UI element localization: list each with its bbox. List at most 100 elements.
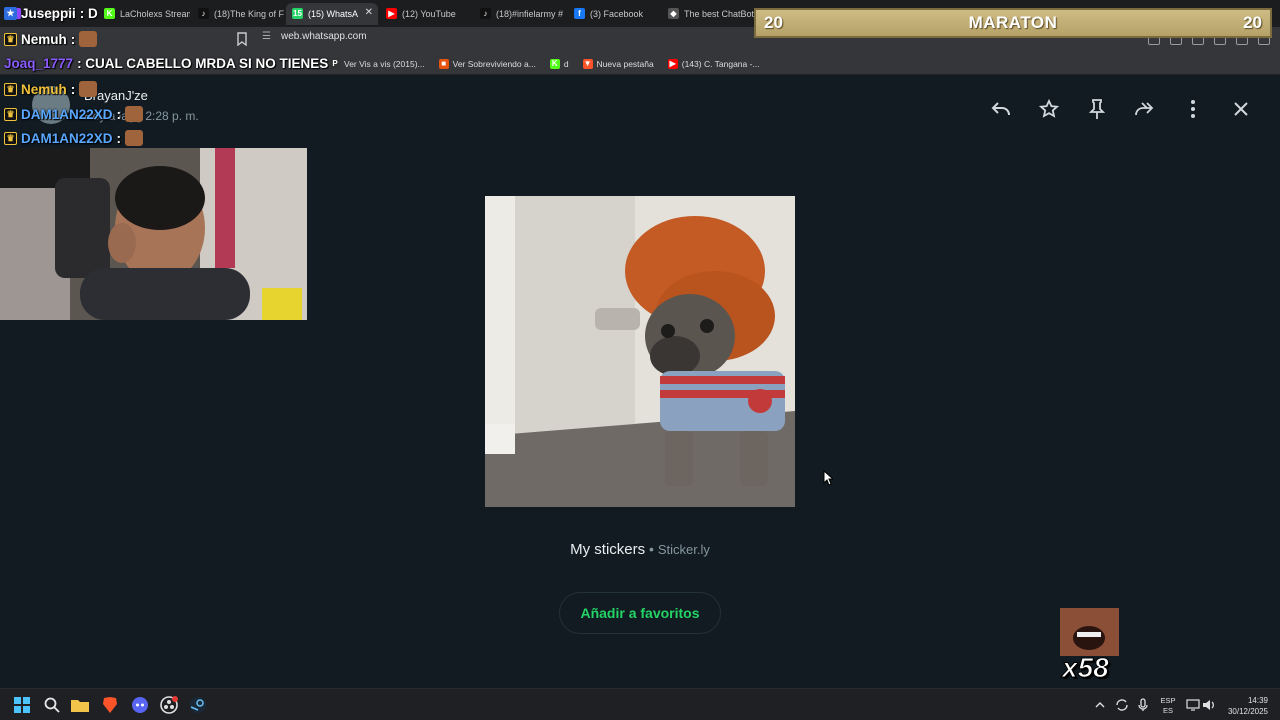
- bookmark-item[interactable]: P Ver Vis a vis (2015)...: [330, 58, 425, 69]
- tab-favicon-icon: f: [574, 8, 585, 19]
- bookmark-item[interactable]: ■ Ver Sobreviviendo a...: [438, 58, 536, 69]
- bookmark-favicon-icon: K: [549, 58, 560, 69]
- dog-costume-illustration: [485, 196, 795, 507]
- star-icon[interactable]: [1036, 96, 1062, 122]
- close-icon[interactable]: [1228, 96, 1254, 122]
- sync-icon[interactable]: [1112, 695, 1132, 715]
- tab-title: The best ChatBot: [684, 8, 754, 19]
- steam-icon[interactable]: [188, 695, 208, 715]
- brave-browser-icon[interactable]: [100, 695, 120, 715]
- bookmark-label: d: [563, 58, 569, 69]
- chevron-up-icon[interactable]: [1090, 695, 1110, 715]
- crown-badge-icon: ♛: [4, 32, 17, 46]
- start-button[interactable]: [12, 695, 32, 715]
- search-icon[interactable]: [42, 695, 62, 715]
- viewer-toolbar: [988, 96, 1254, 122]
- chat-text: :: [70, 31, 76, 47]
- windows-taskbar: ESP ES 14:39 30/12/2025: [0, 688, 1280, 720]
- microphone-icon[interactable]: [1133, 695, 1153, 715]
- bookmark-favicon-icon: ▼: [582, 58, 593, 69]
- tab-title: (12) YouTube: [402, 8, 456, 19]
- chat-text: : CUAL CABELLO MRDA SI NO TIENES: [77, 56, 329, 71]
- chat-text: :: [116, 106, 122, 122]
- tab-favicon-icon: ♪: [480, 8, 491, 19]
- marathon-right-count: 20: [1243, 13, 1262, 32]
- chat-text: :: [70, 81, 76, 97]
- tab-title: (18)The King of F: [214, 8, 284, 19]
- sticker-pack-source: Sticker.ly: [657, 542, 710, 557]
- bookmark-favicon-icon: ▶: [667, 58, 678, 69]
- clock-time: 14:39: [1247, 696, 1268, 705]
- bookmark-label: (143) C. Tangana -...: [681, 58, 760, 69]
- browser-tab[interactable]: ♪ (18)The King of F: [192, 3, 284, 25]
- chat-emote-icon: [79, 81, 98, 97]
- keyboard-layout: ES: [1162, 706, 1173, 715]
- browser-tab[interactable]: f (3) Facebook: [568, 3, 660, 25]
- chat-text: : D: [79, 6, 98, 21]
- file-explorer-icon[interactable]: [70, 695, 90, 715]
- browser-tab[interactable]: ▶ (12) YouTube: [380, 3, 472, 25]
- sticker-pack-name: My stickers: [570, 541, 646, 558]
- chat-message: ♛ Nemuh:: [4, 81, 98, 97]
- chat-message: ♛ DAM1AN22XD:: [4, 106, 144, 122]
- sender-name: BrayanJ'ze: [84, 88, 148, 103]
- obs-icon[interactable]: [159, 695, 179, 715]
- bookmark-favicon-icon: ■: [438, 58, 449, 69]
- more-icon[interactable]: [1180, 96, 1206, 122]
- tab-title: (15) WhatsA: [308, 8, 359, 19]
- bookmark-item[interactable]: ▶ (143) C. Tangana -...: [667, 58, 760, 69]
- tab-favicon-icon: 15: [292, 8, 303, 19]
- browser-tab[interactable]: ♪ (18)#infielarmy #: [474, 3, 566, 25]
- marathon-title: MARATON: [968, 13, 1058, 32]
- browser-tab[interactable]: ◆ The best ChatBot: [662, 3, 754, 25]
- system-clock[interactable]: 14:39 30/12/2025: [1228, 695, 1268, 717]
- windows-icon: [14, 697, 30, 713]
- caption-separator: •: [649, 541, 654, 557]
- language-code: ESP: [1160, 696, 1176, 705]
- bookmark-item[interactable]: ▼ Nueva pestaña: [582, 58, 654, 69]
- volume-icon[interactable]: [1199, 695, 1219, 715]
- marathon-banner: 20 MARATON 20: [754, 8, 1272, 38]
- emote-combo-overlay: x58: [1060, 608, 1119, 684]
- tab-favicon-icon: ◆: [668, 8, 679, 19]
- tab-title: LaCholexs Stream: [120, 8, 190, 19]
- laughing-emote-icon: [1060, 608, 1119, 656]
- url-field[interactable]: ☰ web.whatsapp.com: [262, 31, 367, 42]
- site-info-icon[interactable]: ☰: [262, 31, 271, 42]
- chat-emote-icon: [79, 31, 98, 47]
- tab-favicon-icon: ▶: [386, 8, 397, 19]
- pin-icon[interactable]: [1084, 96, 1110, 122]
- browser-tab[interactable]: K LaCholexs Stream: [98, 3, 190, 25]
- bookmark-label: Ver Vis a vis (2015)...: [344, 58, 425, 69]
- mouse-cursor-icon: [823, 470, 833, 486]
- url-text: web.whatsapp.com: [280, 31, 367, 42]
- browser-tab[interactable]: 15 (15) WhatsA ✕: [286, 2, 378, 25]
- chat-emote-icon: [125, 130, 144, 146]
- verified-badge-icon: ★: [4, 7, 17, 20]
- forward-icon[interactable]: [1132, 96, 1158, 122]
- marathon-left-count: 20: [764, 13, 783, 32]
- language-indicator[interactable]: ESP ES: [1158, 696, 1178, 716]
- chat-message: ♛ Nemuh:: [4, 31, 98, 47]
- chat-username: Joaq_1777: [4, 56, 74, 71]
- tab-title: (3) Facebook: [590, 8, 644, 19]
- tab-favicon-icon: ♪: [198, 8, 209, 19]
- chat-username: DAM1AN22XD: [21, 130, 113, 146]
- bookmark-favicon-icon: P: [330, 58, 340, 69]
- crown-badge-icon: ♛: [4, 131, 17, 145]
- streamer-webcam-image: [0, 148, 307, 320]
- combo-count: x58: [1062, 652, 1110, 684]
- chat-username: DAM1AN22XD: [21, 106, 113, 122]
- clock-date: 30/12/2025: [1227, 707, 1268, 716]
- chat-username: Nemuh: [21, 31, 67, 47]
- bookmark-item[interactable]: Kd: [549, 58, 569, 69]
- chat-message: ♛ DAM1AN22XD:: [4, 130, 144, 146]
- reply-icon[interactable]: [988, 96, 1014, 122]
- chat-username: Juseppii: [21, 6, 76, 21]
- discord-icon[interactable]: [130, 695, 150, 715]
- add-to-favorites-button[interactable]: Añadir a favoritos: [559, 592, 721, 634]
- sticker-image[interactable]: [485, 196, 795, 507]
- bookmark-label: Ver Sobreviviendo a...: [452, 58, 536, 69]
- bookmark-icon[interactable]: [236, 32, 248, 46]
- tab-close-icon[interactable]: ✕: [365, 7, 373, 18]
